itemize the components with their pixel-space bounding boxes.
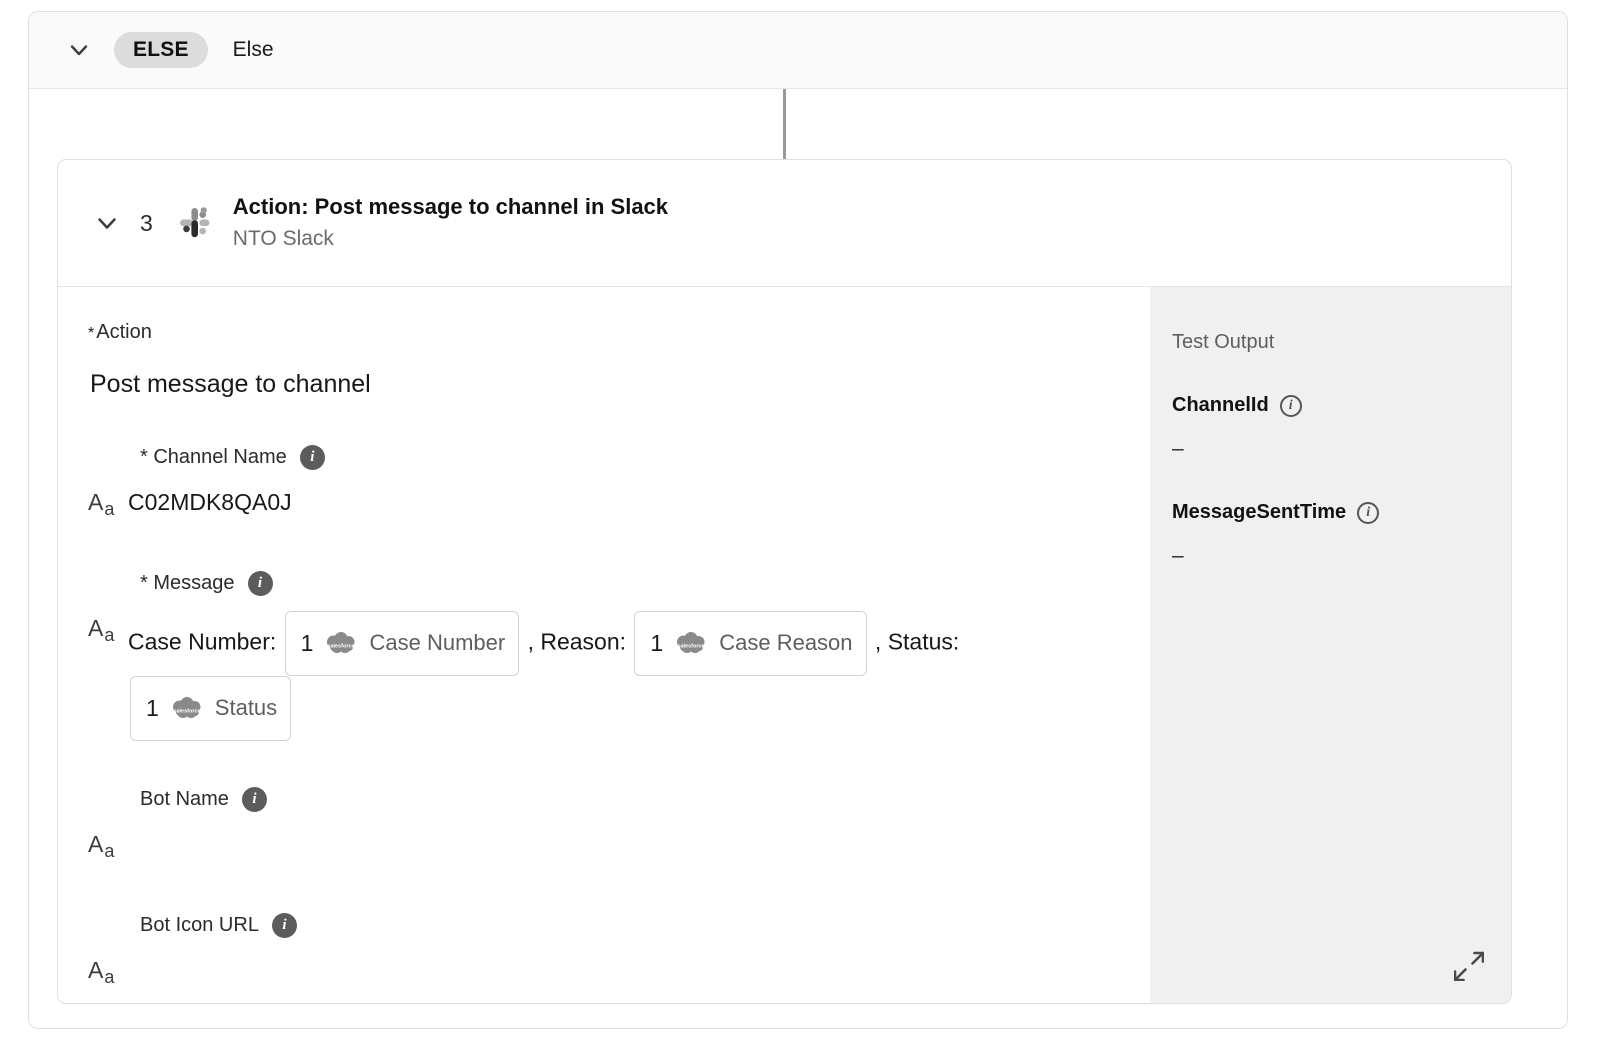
message-value[interactable]: Case Number: 1 salesforce Case Number , Re… (128, 611, 1048, 741)
info-icon[interactable]: i (1357, 501, 1380, 524)
chip-field-name: Case Reason (719, 630, 853, 655)
output-field-value: – (1172, 544, 1184, 567)
field-value-row: Aa Case Number: 1 salesforce Case Number ,… (88, 611, 1150, 741)
chip-index: 1 (300, 630, 314, 656)
info-icon[interactable]: i (299, 444, 325, 470)
field-channel-name: * Channel Name i Aa C02MDK8QA0J (88, 444, 1150, 525)
else-badge: ELSE (114, 32, 208, 68)
merge-field-chip[interactable]: 1 salesforce Case Reason (634, 611, 867, 676)
text-format-icon[interactable]: Aa (88, 953, 128, 987)
else-branch-header: ELSE Else (29, 12, 1567, 89)
field-bot-icon-url: Bot Icon URL i Aa (88, 912, 1150, 993)
text-format-icon[interactable]: Aa (88, 827, 128, 861)
field-label: Bot Icon URL i (140, 912, 1150, 938)
field-bot-name: Bot Name i Aa (88, 786, 1150, 867)
output-field-name: ChannelId i (1172, 394, 1511, 417)
action-step-card: 3 Action: Post message to channel in Sla… (57, 159, 1512, 1004)
output-field-value: – (1172, 437, 1184, 460)
action-step-titles: Action: Post message to channel in Slack… (233, 192, 668, 254)
required-marker: * (140, 445, 148, 468)
text-format-icon[interactable]: Aa (88, 485, 128, 519)
salesforce-cloud-icon: salesforce (674, 632, 708, 654)
merge-field-chip[interactable]: 1 salesforce Status (130, 676, 292, 741)
field-value-row: Aa (88, 827, 1150, 867)
message-text-segment: , Status: (874, 628, 960, 655)
action-step-header: 3 Action: Post message to channel in Sla… (58, 160, 1511, 287)
message-text-segment: Case Number: (128, 628, 283, 655)
channel-name-label-text: * Channel Name (140, 445, 287, 468)
field-message: * Message i Aa Case Number: 1 salesforce C… (88, 570, 1150, 741)
action-step-subtitle: NTO Slack (232, 226, 334, 250)
chip-index: 1 (146, 695, 159, 721)
field-label: Bot Name i (140, 786, 1150, 812)
salesforce-cloud-icon: salesforce (170, 697, 204, 719)
field-label: * Message i (140, 570, 1150, 596)
chevron-down-icon[interactable] (62, 33, 96, 67)
output-field-channelid: ChannelId i – (1172, 394, 1511, 461)
text-format-icon[interactable]: Aa (88, 611, 128, 645)
chevron-down-icon[interactable] (90, 206, 124, 240)
message-text-segment: , Reason: (527, 628, 633, 655)
message-label-text: * Message (140, 571, 235, 594)
action-step-title: Action: Post message to channel in Slack (232, 193, 669, 219)
expand-icon[interactable] (1453, 951, 1485, 982)
required-marker: * (88, 325, 95, 342)
merge-field-chip[interactable]: 1 salesforce Case Number (284, 611, 520, 676)
field-value-row: Aa (88, 953, 1150, 993)
output-field-name: MessageSentTime i (1172, 501, 1511, 524)
output-field-messagesenttime: MessageSentTime i – (1172, 501, 1511, 568)
chip-index: 1 (650, 630, 664, 656)
chip-field-name: Status (214, 695, 278, 720)
else-branch-label: Else (232, 38, 274, 61)
info-icon[interactable]: i (247, 570, 273, 596)
field-value-row: Aa C02MDK8QA0J (88, 485, 1150, 525)
slack-icon (175, 203, 215, 243)
info-icon[interactable]: i (271, 912, 297, 938)
test-output-pane: Test Output ChannelId i – MessageSentTim… (1150, 287, 1511, 1003)
else-branch-card: ELSE Else 3 Action: Post message to chan… (28, 11, 1568, 1029)
salesforce-cloud-icon: salesforce (324, 632, 358, 654)
info-icon[interactable]: i (1279, 394, 1302, 417)
step-number: 3 (140, 209, 153, 236)
action-field-value[interactable]: Post message to channel (90, 370, 1150, 399)
bot-icon-url-label-text: Bot Icon URL (140, 913, 259, 936)
svg-text:salesforce: salesforce (678, 644, 705, 650)
branch-connector-line (783, 89, 786, 170)
test-output-title: Test Output (1172, 331, 1275, 353)
required-marker: * (140, 571, 148, 594)
info-icon[interactable]: i (241, 786, 267, 812)
svg-text:salesforce: salesforce (328, 644, 355, 650)
action-step-body: * Action Post message to channel * Channe… (58, 287, 1511, 1003)
action-form-pane: * Action Post message to channel * Channe… (58, 287, 1150, 1003)
bot-name-label-text: Bot Name (140, 787, 229, 810)
channel-name-value[interactable]: C02MDK8QA0J (128, 485, 292, 516)
chip-field-name: Case Number (369, 630, 506, 655)
action-field-label: * Action (88, 321, 152, 343)
field-label: * Channel Name i (140, 444, 1150, 470)
svg-text:salesforce: salesforce (173, 709, 200, 715)
